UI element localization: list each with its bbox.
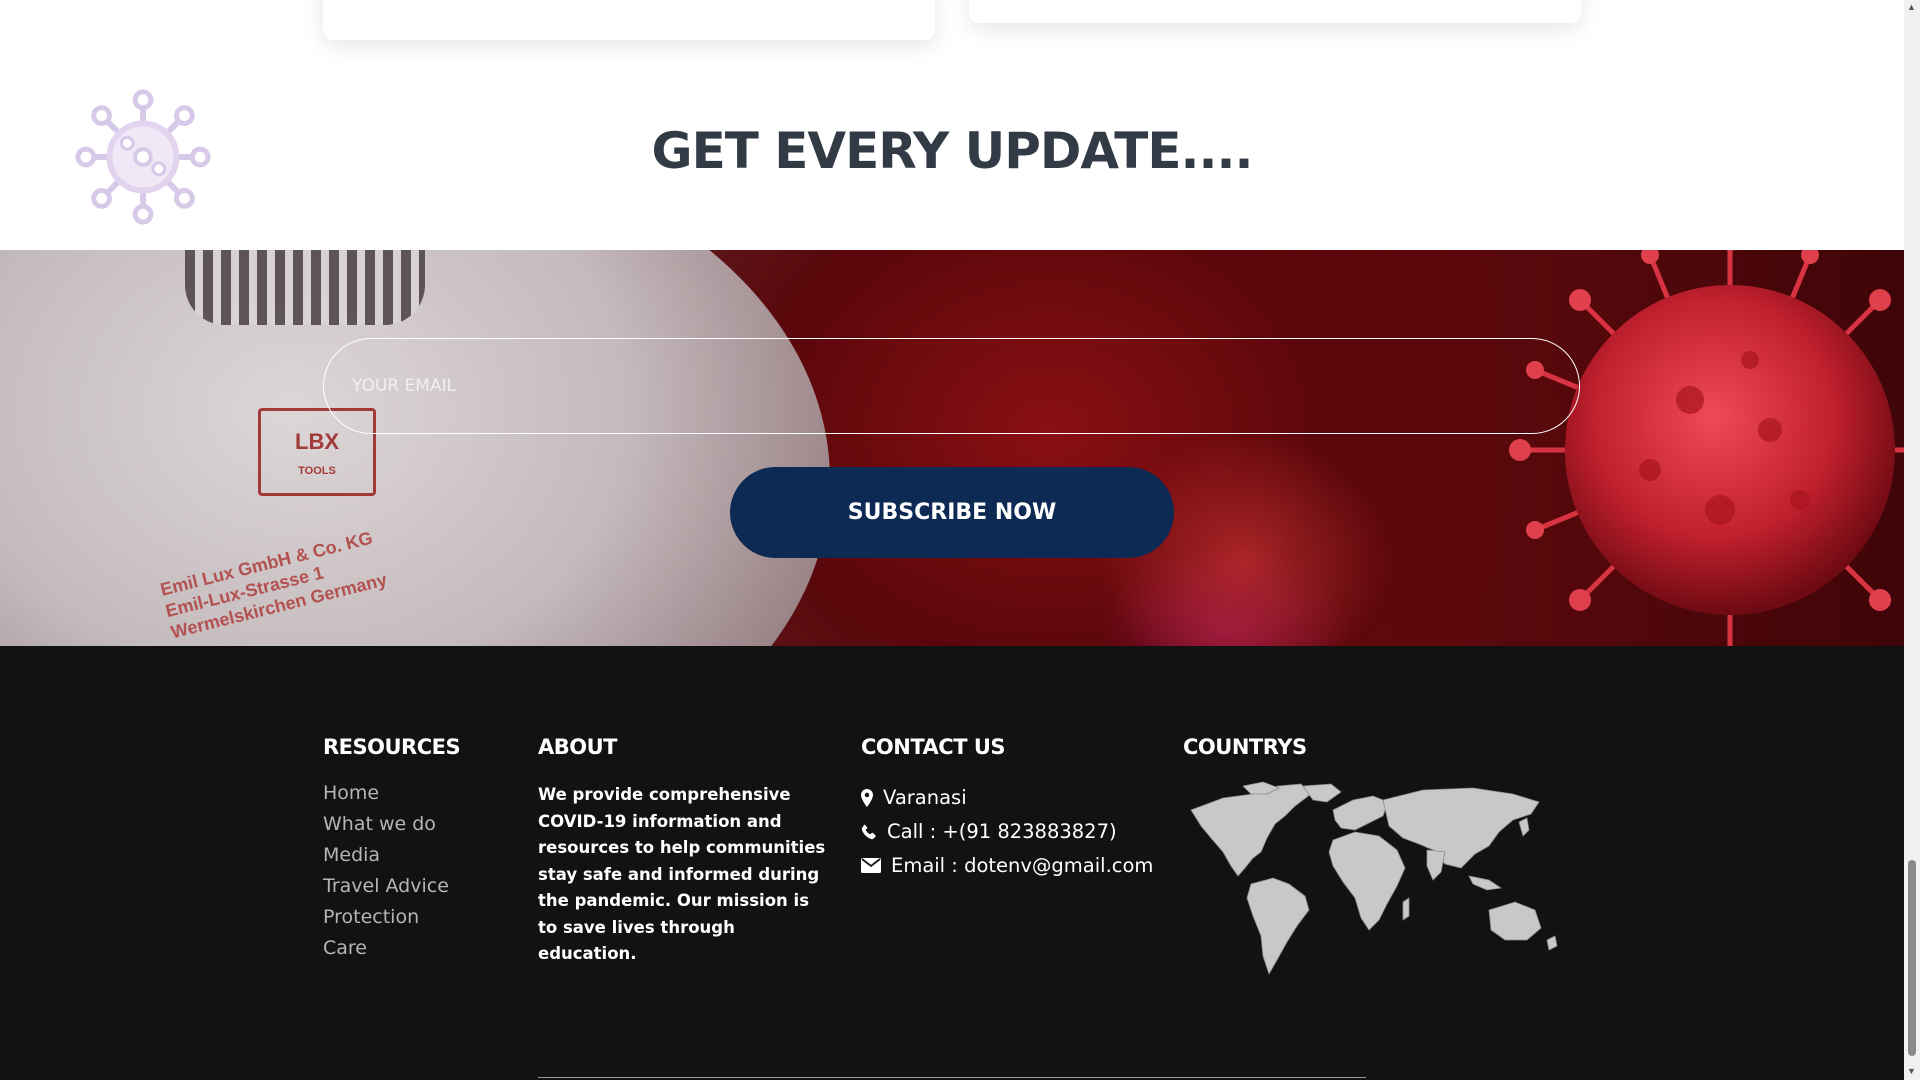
scroll-down-arrow-icon[interactable]: ▼ bbox=[1907, 1066, 1916, 1076]
resources-list: Home What we do Media Travel Advice Prot… bbox=[323, 778, 449, 964]
resources-title: RESOURCES bbox=[323, 735, 461, 759]
contact-phone: Call : +(91 823883827) bbox=[861, 820, 1117, 843]
scrollbar-thumb[interactable] bbox=[1908, 860, 1916, 1056]
footer-link-what-we-do[interactable]: What we do bbox=[323, 809, 449, 840]
subscribe-hero: LBX TOOLS Emil Lux GmbH & Co. KG Emil-Lu… bbox=[0, 250, 1904, 646]
countries-title: COUNTRYS bbox=[1183, 735, 1307, 759]
subscribe-button[interactable]: SUBSCRIBE NOW bbox=[730, 467, 1174, 558]
footer-link-home[interactable]: Home bbox=[323, 778, 449, 809]
footer-link-care[interactable]: Care bbox=[323, 933, 449, 964]
location-pin-icon bbox=[861, 788, 873, 807]
contact-phone-text[interactable]: Call : +(91 823883827) bbox=[887, 820, 1117, 843]
footer-divider bbox=[538, 1077, 1366, 1078]
world-map-icon bbox=[1190, 781, 1558, 975]
footer-link-media[interactable]: Media bbox=[323, 840, 449, 871]
phone-icon bbox=[861, 824, 876, 839]
contact-title: CONTACT US bbox=[861, 735, 1006, 759]
mask-brand-mark: LBX bbox=[295, 429, 339, 454]
footer-link-protection[interactable]: Protection bbox=[323, 902, 449, 933]
footer-link-travel-advice[interactable]: Travel Advice bbox=[323, 871, 449, 902]
mask-vent bbox=[185, 250, 425, 325]
contact-location-text: Varanasi bbox=[883, 786, 967, 809]
envelope-icon bbox=[861, 858, 881, 873]
about-title: ABOUT bbox=[538, 735, 618, 759]
content-card bbox=[969, 0, 1581, 23]
email-input[interactable] bbox=[323, 338, 1580, 434]
contact-location: Varanasi bbox=[861, 786, 967, 809]
scroll-up-arrow-icon[interactable]: ▲ bbox=[1907, 2, 1916, 12]
contact-email-text[interactable]: Email : dotenv@gmail.com bbox=[891, 854, 1153, 877]
section-title: GET EVERY UPDATE.... bbox=[651, 122, 1254, 180]
about-text: We provide comprehensive COVID-19 inform… bbox=[538, 785, 826, 963]
content-card bbox=[323, 0, 935, 40]
mask-brand-tools: TOOLS bbox=[298, 465, 336, 477]
contact-email: Email : dotenv@gmail.com bbox=[861, 854, 1153, 877]
coronavirus-icon bbox=[1509, 250, 1904, 646]
